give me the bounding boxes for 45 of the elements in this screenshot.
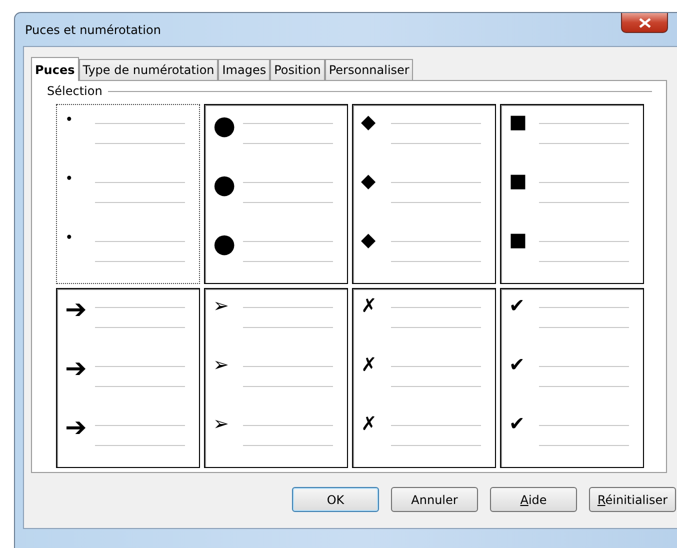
close-icon: [638, 18, 650, 28]
bullet-style-option[interactable]: ◆ ◆ ◆: [352, 104, 496, 284]
dialog-button[interactable]: Annuler: [391, 487, 478, 512]
bullet-style-option[interactable]: ■ ■ ■: [500, 104, 644, 284]
bullet-symbol: ➔: [65, 356, 88, 382]
bullet-symbol: ✔: [509, 415, 526, 434]
bullet-symbol: ✗: [361, 356, 378, 375]
bullet-symbol: •: [65, 172, 74, 186]
bullet-symbol: ■: [509, 113, 528, 132]
tab[interactable]: Images: [218, 59, 270, 80]
bullet-symbol: ■: [509, 172, 528, 191]
bullet-symbol: ●: [213, 113, 237, 139]
dialog-button[interactable]: Réinitialiser: [589, 487, 676, 512]
bullet-style-option[interactable]: ➢ ➢ ➢: [204, 288, 348, 468]
dialog-button[interactable]: OK: [292, 487, 379, 512]
bullet-symbol: ➢: [213, 415, 230, 434]
bullet-symbol: ✗: [361, 297, 378, 316]
bullet-symbol: ◆: [361, 231, 377, 250]
bullet-style-option[interactable]: ✔ ✔ ✔: [500, 288, 644, 468]
bullet-style-option[interactable]: ✗ ✗ ✗: [352, 288, 496, 468]
tab[interactable]: Personnaliser: [324, 59, 414, 80]
bullet-symbol: ●: [213, 172, 237, 198]
bullet-style-option[interactable]: ➔ ➔ ➔: [56, 288, 200, 468]
bullet-symbol: ✗: [361, 415, 378, 434]
tab[interactable]: Position: [270, 59, 325, 80]
bullet-symbol: ✔: [509, 297, 526, 316]
close-button[interactable]: [621, 13, 668, 33]
bullet-style-option[interactable]: ● ● ●: [204, 104, 348, 284]
bullet-symbol: ◆: [361, 113, 377, 132]
bullet-symbol: •: [65, 113, 74, 127]
bullet-symbol: ➢: [213, 297, 230, 316]
bullet-symbol: ■: [509, 231, 528, 250]
bullet-symbol: ➔: [65, 297, 88, 323]
tab[interactable]: Puces: [31, 57, 79, 81]
bullet-symbol: •: [65, 231, 74, 245]
bullet-style-option[interactable]: • • •: [56, 104, 200, 284]
bullet-symbol: ✔: [509, 356, 526, 375]
window-title: Puces et numérotation: [24, 22, 161, 36]
dialog-button[interactable]: Aide: [490, 487, 577, 512]
section-title: Sélection: [47, 84, 102, 98]
bullet-symbol: ●: [213, 231, 237, 257]
bullet-symbol: ➢: [213, 356, 230, 375]
bullet-symbol: ◆: [361, 172, 377, 191]
tab[interactable]: Type de numérotation: [78, 59, 218, 80]
bullet-symbol: ➔: [65, 415, 88, 441]
